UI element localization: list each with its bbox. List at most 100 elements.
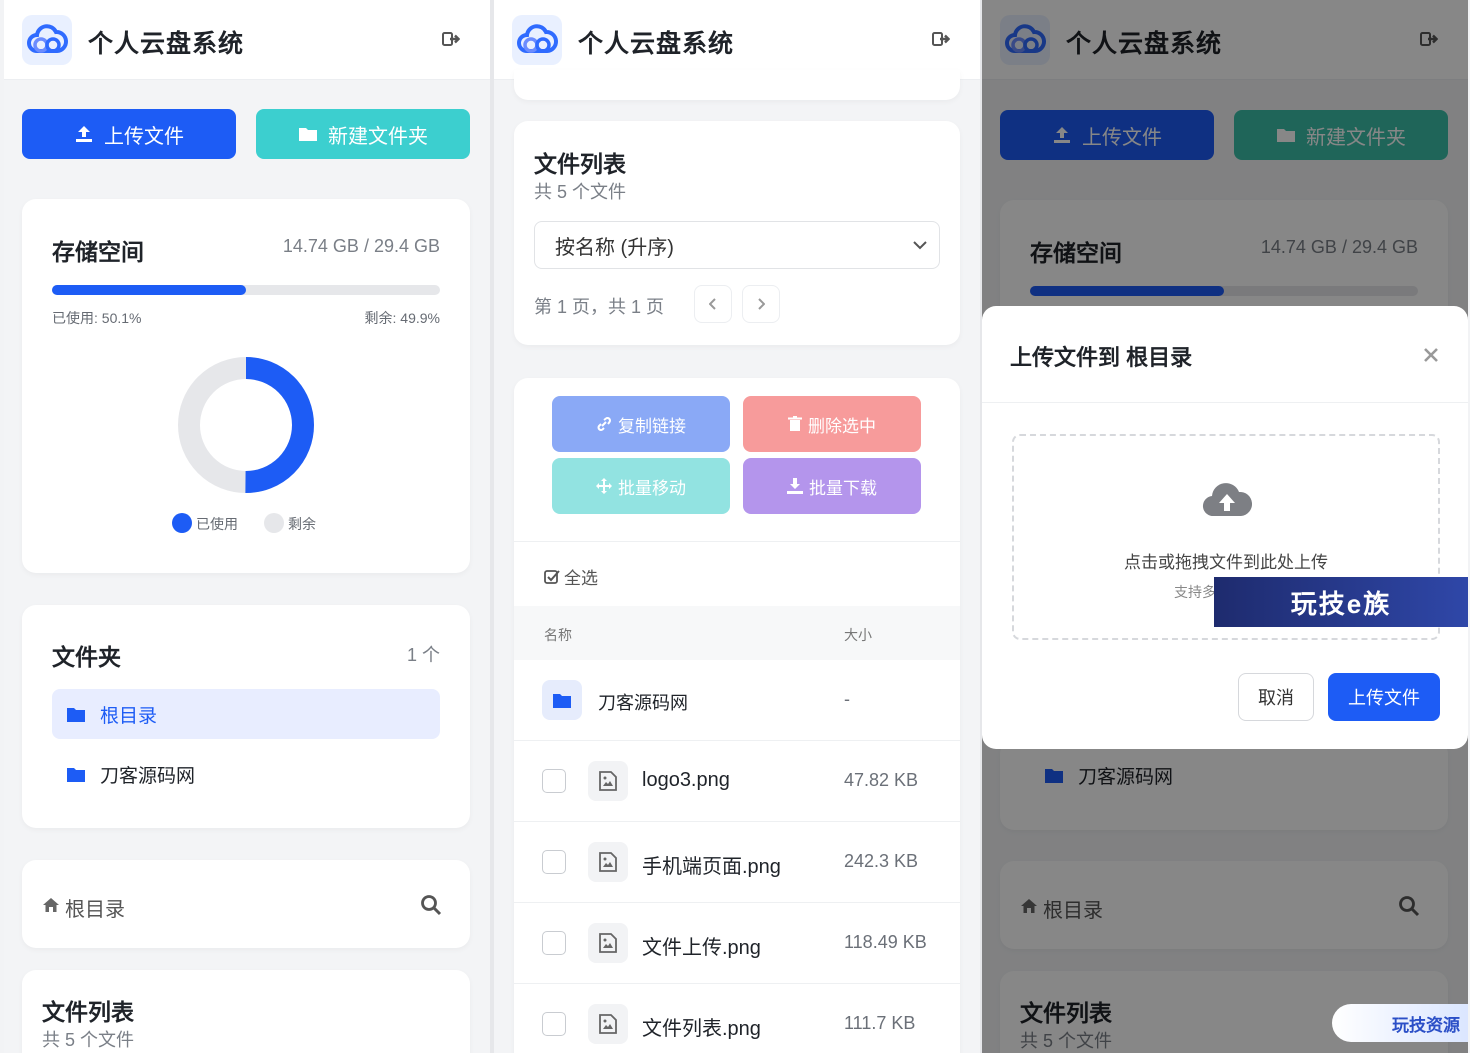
storage-progress-bar (52, 285, 440, 295)
table-row[interactable]: 文件列表.png 111.7 KB (514, 984, 960, 1053)
folder-item-root[interactable]: 根目录 (52, 689, 440, 739)
folder-item-label: 根目录 (100, 705, 158, 727)
storage-free-label: 剩余: 49.9% (364, 310, 440, 326)
folder-icon (67, 707, 85, 722)
folders-card: 文件夹 1 个 根目录 刀客源码网 (22, 605, 470, 828)
move-icon (596, 478, 612, 494)
next-page-button[interactable] (742, 285, 780, 323)
table-row[interactable]: 手机端页面.png 242.3 KB (514, 822, 960, 903)
submit-upload-button[interactable]: 上传文件 (1328, 673, 1440, 721)
batch-download-button[interactable]: 批量下载 (743, 458, 921, 514)
table-row[interactable]: 文件上传.png 118.49 KB (514, 903, 960, 984)
batch-move-label: 批量移动 (618, 478, 686, 498)
chevron-down-icon (913, 241, 927, 250)
previous-card-edge (514, 70, 960, 100)
file-type-icon (542, 680, 582, 720)
breadcrumb-card: 根目录 (22, 860, 470, 948)
file-size: 111.7 KB (844, 1013, 916, 1033)
dropzone-hint: 支持多 (1174, 584, 1216, 600)
divider (514, 541, 960, 542)
new-folder-button[interactable]: 新建文件夹 (256, 109, 470, 159)
folder-item-label: 刀客源码网 (100, 765, 196, 787)
storage-card: 存储空间 14.74 GB / 29.4 GB 已使用: 50.1% 剩余: 4… (22, 199, 470, 573)
table-header: 名称 大小 (514, 606, 960, 660)
file-list-subtitle: 共 5 个文件 (534, 182, 627, 202)
prev-page-button[interactable] (694, 285, 732, 323)
checkbox-checked-icon (544, 569, 560, 584)
cloud-logo-icon (22, 15, 72, 65)
app-title: 个人云盘系统 (88, 30, 245, 58)
new-folder-label: 新建文件夹 (328, 125, 428, 148)
logout-icon[interactable] (442, 30, 460, 48)
folder-icon (67, 767, 85, 782)
home-icon (43, 898, 59, 912)
delete-selected-label: 删除选中 (808, 416, 876, 436)
file-name: 文件列表.png (642, 1018, 761, 1040)
file-name: logo3.png (642, 769, 730, 791)
storage-usage-text: 14.74 GB / 29.4 GB (282, 236, 440, 256)
file-name: 文件上传.png (642, 937, 761, 959)
cloud-upload-icon (1203, 483, 1252, 517)
row-checkbox[interactable] (542, 769, 566, 793)
logout-icon[interactable] (932, 30, 950, 48)
copy-link-label: 复制链接 (618, 416, 686, 436)
delete-selected-button[interactable]: 删除选中 (743, 396, 921, 452)
folders-title: 文件夹 (52, 644, 121, 670)
breadcrumb-label[interactable]: 根目录 (65, 893, 125, 922)
close-icon[interactable] (1424, 348, 1438, 362)
watermark-corner: 玩技资源 (1332, 1004, 1468, 1042)
copy-link-button[interactable]: 复制链接 (552, 396, 730, 452)
app-header: 个人云盘系统 (4, 0, 490, 80)
search-icon[interactable] (420, 894, 442, 916)
modal-divider (982, 402, 1468, 403)
column-name-header: 名称 (544, 627, 572, 643)
folder-item-daoke[interactable]: 刀客源码网 (52, 749, 440, 799)
select-all-toggle[interactable]: 全选 (544, 564, 598, 589)
batch-move-button[interactable]: 批量移动 (552, 458, 730, 514)
image-file-icon (588, 761, 628, 801)
row-checkbox[interactable] (542, 850, 566, 874)
upload-modal-title: 上传文件到 根目录 (1010, 345, 1193, 370)
cloud-logo-icon (512, 15, 562, 65)
storage-title: 存储空间 (52, 239, 144, 265)
column-size-header: 大小 (844, 627, 872, 643)
image-file-icon (588, 842, 628, 882)
upload-modal: 上传文件到 根目录 点击或拖拽文件到此处上传 支持多 取消 上传文件 (982, 306, 1468, 749)
image-file-icon (588, 1004, 628, 1044)
file-size: 242.3 KB (844, 851, 919, 871)
row-checkbox[interactable] (542, 931, 566, 955)
chevron-right-icon (758, 298, 765, 310)
legend-free-label: 剩余 (288, 516, 316, 532)
sort-select-value: 按名称 (升序) (555, 236, 674, 259)
image-file-icon (588, 923, 628, 963)
folder-icon (299, 128, 317, 141)
upload-file-button[interactable]: 上传文件 (22, 109, 236, 159)
select-all-label: 全选 (564, 569, 598, 588)
upload-icon (76, 126, 92, 142)
table-row[interactable]: logo3.png 47.82 KB (514, 741, 960, 822)
trash-icon (788, 416, 802, 431)
folders-count: 1 个 (406, 645, 440, 665)
table-row[interactable]: 刀客源码网 - (514, 660, 960, 741)
app-header: 个人云盘系统 (494, 0, 980, 80)
sort-select[interactable]: 按名称 (升序) (534, 221, 940, 269)
batch-download-label: 批量下载 (809, 478, 877, 498)
mobile-view-upload-modal: 个人云盘系统 上传文件 新建文件夹 存储空间 14.74 GB / 29.4 G… (982, 0, 1468, 1053)
watermark-banner: 玩技e族 (1214, 577, 1468, 627)
file-list-title: 文件列表 (42, 999, 134, 1025)
file-name: 手机端页面.png (642, 856, 781, 878)
mobile-view-home: 个人云盘系统 上传文件 新建文件夹 存储空间 14.74 GB / 29.4 G… (4, 0, 490, 1053)
download-icon (787, 478, 803, 494)
link-icon (597, 417, 611, 431)
app-title: 个人云盘系统 (578, 30, 735, 58)
folder-icon (553, 693, 571, 708)
storage-progress-fill (52, 285, 247, 295)
storage-used-label: 已使用: 50.1% (52, 310, 142, 326)
file-size: 118.49 KB (844, 932, 927, 952)
cancel-button[interactable]: 取消 (1238, 673, 1314, 721)
dropzone-text: 点击或拖拽文件到此处上传 (1124, 553, 1328, 572)
mobile-view-file-list: 个人云盘系统 文件列表 共 5 个文件 按名称 (升序) 第 1 页，共 1 页… (494, 0, 980, 1053)
file-list-controls-card: 文件列表 共 5 个文件 按名称 (升序) 第 1 页，共 1 页 (514, 121, 960, 345)
file-name: 刀客源码网 (598, 693, 688, 713)
row-checkbox[interactable] (542, 1012, 566, 1036)
